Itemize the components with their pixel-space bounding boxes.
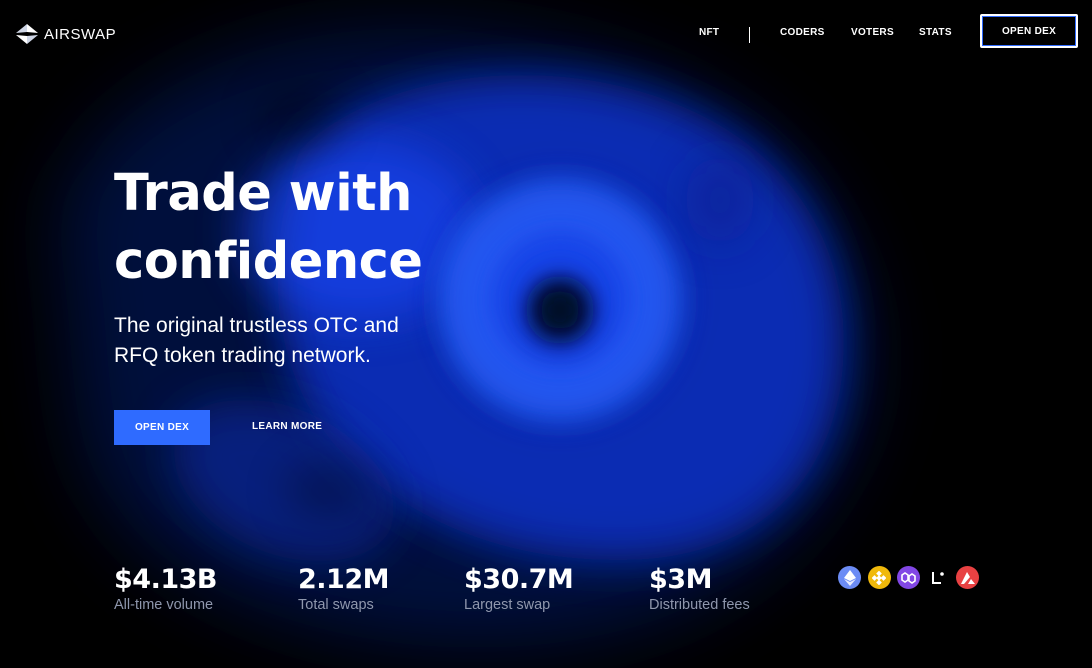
nav-link-nft[interactable]: NFT [699, 27, 719, 38]
hero-title-line-2: confidence [114, 232, 423, 291]
stat-label: All-time volume [114, 597, 214, 613]
supported-chains [838, 566, 986, 589]
stat-all-time-volume: $4.13B All-time volume [114, 563, 217, 614]
stat-label: Total swaps [298, 597, 374, 613]
nav-divider [749, 27, 750, 43]
linea-icon[interactable] [927, 566, 950, 589]
nav-link-stats[interactable]: STATS [919, 27, 952, 38]
hero-subtitle: The original trustless OTC and RFQ token… [114, 311, 454, 371]
hero-subtitle-line-2: RFQ token trading network. [114, 344, 371, 367]
learn-more-link[interactable]: LEARN MORE [252, 421, 322, 432]
stat-value: 2.12M [298, 564, 390, 595]
stat-value: $4.13B [114, 564, 217, 595]
airswap-logo-icon [15, 23, 39, 45]
brand-name: AIRSWAP [44, 25, 117, 43]
hero-subtitle-line-1: The original trustless OTC and [114, 314, 399, 337]
hero-open-dex-button[interactable]: OPEN DEX [114, 410, 210, 445]
avalanche-icon[interactable] [956, 566, 979, 589]
polygon-icon[interactable] [897, 566, 920, 589]
header-open-dex-button[interactable]: OPEN DEX [980, 14, 1078, 48]
landing-page: AIRSWAP NFT CODERS VOTERS STATS OPEN DEX… [0, 0, 1092, 668]
stat-distributed-fees: $3M Distributed fees [649, 563, 750, 614]
stat-largest-swap: $30.7M Largest swap [464, 563, 574, 614]
stat-value: $3M [649, 564, 712, 595]
hero-title-line-1: Trade with [114, 164, 412, 223]
nav-link-coders[interactable]: CODERS [780, 27, 825, 38]
stat-label: Largest swap [464, 597, 551, 613]
nav-link-voters[interactable]: VOTERS [851, 27, 894, 38]
stat-total-swaps: 2.12M Total swaps [298, 563, 390, 614]
stat-value: $30.7M [464, 564, 574, 595]
bnb-icon[interactable] [867, 566, 891, 589]
brand-logo[interactable]: AIRSWAP [15, 23, 116, 45]
site-header: AIRSWAP NFT CODERS VOTERS STATS OPEN DEX [0, 0, 1092, 68]
hero-title: Trade with confidence [114, 160, 494, 296]
ethereum-icon[interactable] [838, 566, 861, 589]
stat-label: Distributed fees [649, 597, 750, 613]
